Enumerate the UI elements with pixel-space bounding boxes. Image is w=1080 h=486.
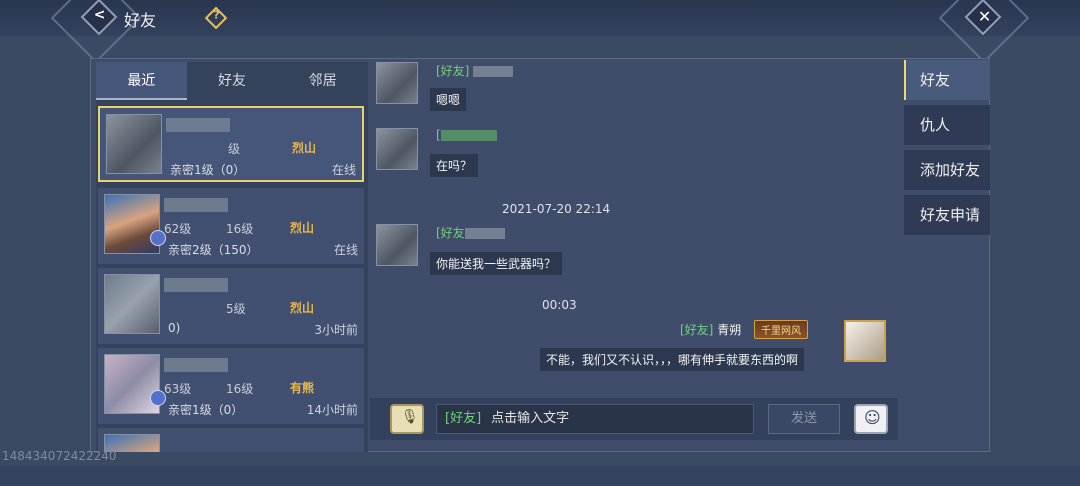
friend-list-item[interactable]: 63级 16级 有熊 亲密1级（0） 14小时前 — [98, 348, 364, 424]
avatar — [104, 194, 160, 254]
avatar — [376, 62, 418, 104]
sect-label: 烈山 — [292, 141, 317, 155]
player-name-blurred — [166, 118, 230, 132]
secondary-level: 级 — [228, 142, 241, 156]
avatar — [376, 224, 418, 266]
intimacy-level: 0) — [168, 321, 181, 335]
online-status: 在线 — [333, 243, 358, 257]
intimacy-level: 亲密2级（150） — [168, 243, 259, 257]
secondary-level: 16级 — [226, 222, 254, 236]
message-bubble: 你能送我一些武器吗？ — [430, 252, 563, 275]
bottom-strip — [0, 466, 1080, 486]
sect-label: 有熊 — [290, 381, 315, 395]
help-button[interactable]: ? — [204, 6, 228, 30]
message-sender: [好友 — [436, 224, 505, 241]
chat-input[interactable]: [好友] 点击输入文字 — [436, 404, 754, 434]
message-bubble: 不能，我们又不认识，，，哪有伸手就要东西的啊 — [540, 348, 805, 371]
player-level: 62级 — [164, 222, 192, 236]
chat-timestamp: 00:03 — [542, 298, 577, 312]
side-tab-friends[interactable]: 好友 — [904, 60, 990, 100]
friend-list-item[interactable] — [98, 428, 364, 452]
page-title: 好友 — [124, 11, 157, 30]
chat-input-bar: 🎙 [好友] 点击输入文字 发送 ☺ — [370, 398, 898, 440]
side-tabs: 好友 仇人 添加好友 好友申请 — [904, 60, 990, 240]
friend-list-item[interactable]: 级 烈山 亲密1级（0） 在线 — [98, 106, 364, 182]
secondary-level: 16级 — [226, 382, 254, 396]
microphone-icon: 🎙 — [401, 409, 419, 425]
voice-button[interactable]: 🎙 — [390, 404, 424, 434]
my-avatar — [844, 320, 886, 362]
chat-timestamp: 2021-07-20 22:14 — [502, 202, 611, 216]
online-status: 在线 — [331, 163, 356, 177]
message-bubble: 在吗？ — [430, 154, 479, 177]
message-sender: [好友] 青朔 — [680, 323, 742, 337]
friend-list-item[interactable]: 5级 烈山 0) 3小时前 — [98, 268, 364, 344]
avatar — [106, 114, 162, 174]
player-level: 63级 — [164, 382, 192, 396]
chevron-left-icon: < — [93, 6, 106, 23]
intimacy-level: 亲密1级（0） — [170, 163, 246, 177]
sect-label: 烈山 — [290, 301, 315, 315]
player-name-blurred — [164, 358, 228, 372]
player-name-blurred — [164, 278, 228, 292]
emoji-icon: ☺ — [864, 408, 881, 427]
side-tab-friend-requests[interactable]: 好友申请 — [904, 195, 990, 235]
message-bubble: 嗯嗯 — [430, 88, 467, 111]
side-tab-add-friend[interactable]: 添加好友 — [904, 150, 990, 190]
friend-list-panel: 最近 好友 邻居 级 烈山 亲密1级（0） 在线 62级 16级 烈山 亲密2级… — [96, 62, 368, 452]
message-sender: [ — [436, 128, 497, 142]
last-online: 14小时前 — [306, 403, 358, 417]
secondary-level: 5级 — [226, 302, 246, 316]
input-placeholder: 点击输入文字 — [491, 411, 570, 426]
question-icon: ? — [213, 8, 220, 22]
last-online: 3小时前 — [314, 323, 358, 337]
list-tabs: 最近 好友 邻居 — [96, 62, 368, 100]
avatar — [104, 274, 160, 334]
close-icon: ✕ — [977, 6, 992, 26]
vip-title-badge: 千里网风 — [754, 320, 808, 339]
sect-label: 烈山 — [290, 221, 315, 235]
top-bar: < 好友 ? ✕ — [0, 0, 1080, 64]
avatar — [376, 128, 418, 170]
tab-recent[interactable]: 最近 — [96, 62, 187, 100]
tab-neighbors[interactable]: 邻居 — [277, 62, 368, 100]
friend-list-item[interactable]: 62级 16级 烈山 亲密2级（150） 在线 — [98, 188, 364, 264]
send-button[interactable]: 发送 — [768, 404, 840, 434]
emoji-button[interactable]: ☺ — [854, 404, 888, 434]
channel-tag: [好友] — [445, 411, 482, 426]
tab-friends[interactable]: 好友 — [187, 62, 278, 100]
message-sender: [好友] — [436, 62, 514, 79]
avatar — [104, 354, 160, 414]
chat-log[interactable]: [好友] 嗯嗯 [ 在吗？ 2021-07-20 22:14 [好友 你能送我一… — [370, 58, 898, 394]
player-name-blurred — [164, 198, 228, 212]
watermark-text: 148434072422240 — [2, 449, 117, 463]
side-tab-enemies[interactable]: 仇人 — [904, 105, 990, 145]
intimacy-level: 亲密1级（0） — [168, 403, 244, 417]
